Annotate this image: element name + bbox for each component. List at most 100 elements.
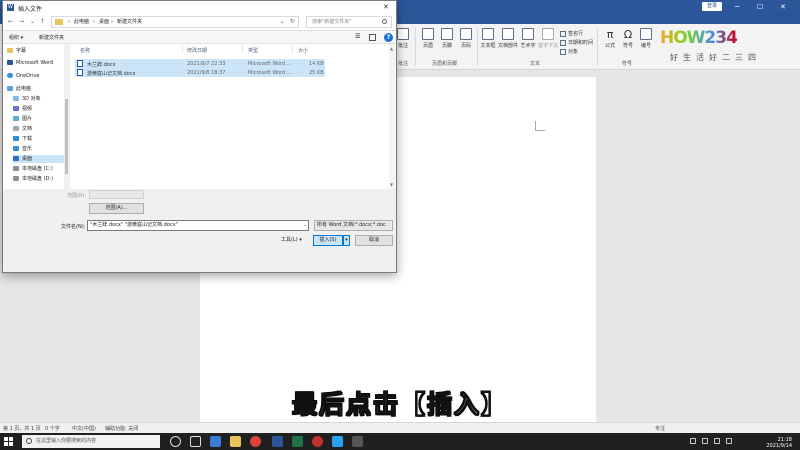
scrollbar-thumb[interactable]	[65, 99, 68, 174]
group-label-header-footer: 页眉和页脚	[432, 61, 458, 67]
address-bar[interactable]: › 此电脑 › 桌面 › 新建文件夹 ⌄ ↻	[51, 16, 299, 28]
group-label-symbol: 符号	[622, 61, 633, 67]
preview-pane-icon[interactable]	[369, 34, 376, 41]
page-number-button[interactable]: 页码	[456, 28, 476, 49]
file-list-scrollbar[interactable]: ▲ ▼	[389, 44, 396, 189]
dialog-close-icon[interactable]: ✕	[383, 3, 389, 11]
folder-search-input[interactable]: 搜索"新建文件夹"	[306, 16, 392, 28]
focus-mode[interactable]: 专注	[655, 425, 665, 432]
object-button[interactable]: 对象	[560, 48, 578, 55]
range-input	[89, 190, 144, 199]
command-bar: 组织 ▾ 新建文件夹 ☰ ?	[3, 31, 396, 44]
file-row[interactable]: 木兰辞.docx 2021/9/7 22:33 Microsoft Word .…	[75, 59, 325, 68]
forward-arrow-icon[interactable]: →	[19, 18, 24, 25]
scroll-up-icon[interactable]: ▲	[390, 46, 393, 51]
column-divider	[182, 45, 183, 53]
edge-icon[interactable]	[210, 436, 221, 447]
organize-button[interactable]: 组织 ▾	[9, 34, 23, 41]
equation-button[interactable]: π 公式	[600, 28, 620, 49]
range-button[interactable]: 范围(A)...	[89, 203, 144, 214]
symbol-button[interactable]: Ω 符号	[618, 28, 638, 49]
word-icon	[7, 60, 13, 65]
refresh-icon[interactable]: ↻	[290, 17, 295, 27]
nav-pane-scrollbar[interactable]	[64, 44, 69, 189]
help-icon[interactable]: ?	[384, 33, 393, 42]
minimize-icon[interactable]: ─	[735, 1, 739, 13]
close-icon[interactable]: ✕	[780, 1, 786, 13]
file-type-select[interactable]: 所有 Word 文档(*.docx;*.doc	[314, 220, 393, 231]
video-icon	[13, 106, 19, 111]
logo-subtitle: 好生活好二三四	[670, 53, 761, 62]
video-subtitle: 最后点击【插入】	[291, 390, 508, 420]
view-options-icon[interactable]: ☰	[355, 33, 362, 40]
wordart-button[interactable]: 艺术字	[518, 28, 538, 49]
tools-button[interactable]: 工具(L) ▾	[281, 236, 302, 245]
dropcap-button[interactable]: 首字下沉	[538, 28, 558, 49]
network-icon[interactable]	[702, 438, 708, 444]
dropdown-chevron-icon[interactable]: ⌄	[280, 17, 285, 27]
word-taskbar-icon[interactable]	[272, 436, 283, 447]
word-icon: W	[7, 4, 14, 11]
scroll-down-icon[interactable]: ▼	[390, 182, 393, 187]
recent-chevron-icon[interactable]: ⌄	[30, 18, 35, 25]
new-folder-button[interactable]: 新建文件夹	[39, 34, 64, 41]
login-button[interactable]: 登录	[702, 2, 722, 11]
back-arrow-icon[interactable]: ←	[8, 18, 13, 25]
accessibility-status[interactable]: 辅助功能: 关闭	[105, 425, 138, 432]
recorder-icon[interactable]	[312, 436, 323, 447]
page-count[interactable]: 第 1 页，共 1 页	[3, 425, 41, 432]
pi-icon: π	[606, 28, 614, 41]
breadcrumb-sep: ›	[111, 19, 113, 25]
column-header-name[interactable]: 名称	[80, 47, 90, 54]
filename-input[interactable]: "木兰辞.docx" "游黄庭山记文档.docx"	[87, 220, 309, 231]
nav-item-desktop[interactable]: 桌面	[13, 155, 64, 163]
word-count[interactable]: 0 个字	[45, 425, 60, 432]
task-view-icon[interactable]	[190, 436, 201, 447]
signature-line-button[interactable]: 签名行	[560, 30, 583, 37]
page-number-icon	[460, 28, 472, 40]
language[interactable]: 中文(中国)	[72, 425, 96, 432]
column-header-size[interactable]: 大小	[298, 47, 308, 54]
nav-item-this-pc[interactable]: 此电脑	[7, 85, 67, 93]
breadcrumb-desktop[interactable]: 桌面	[99, 17, 109, 27]
footer-button[interactable]: 页脚	[437, 28, 457, 49]
ime-icon[interactable]	[726, 438, 732, 444]
doc-parts-button[interactable]: 文档部件	[498, 28, 518, 49]
insert-button[interactable]: 插入(S)	[313, 235, 343, 246]
margin-corner-mark	[535, 121, 545, 131]
chrome-icon[interactable]	[250, 436, 261, 447]
volume-icon[interactable]	[714, 438, 720, 444]
maximize-icon[interactable]: ☐	[757, 1, 763, 13]
insert-dropdown-icon[interactable]: ▾	[343, 235, 350, 246]
nav-item-onedrive[interactable]: OneDrive	[7, 72, 67, 80]
header-button[interactable]: 页眉	[418, 28, 438, 49]
calendar-icon	[560, 39, 566, 46]
cortana-icon[interactable]	[170, 436, 181, 447]
app-icon[interactable]	[352, 436, 363, 447]
textbox-button[interactable]: 文本框	[478, 28, 498, 49]
column-header-modified[interactable]: 修改日期	[187, 47, 207, 54]
date-time-button[interactable]: 日期和时间	[560, 39, 593, 46]
filename-dropdown-icon[interactable]: ⌄	[303, 222, 307, 228]
cancel-button[interactable]: 取消	[355, 235, 393, 246]
file-explorer-icon[interactable]	[230, 436, 241, 447]
column-header-type[interactable]: 类型	[248, 47, 258, 54]
taskbar-clock[interactable]: 21:18 2021/9/14	[752, 437, 792, 449]
tray-chevron-icon[interactable]	[690, 438, 696, 444]
media-icon[interactable]	[332, 436, 343, 447]
search-icon	[382, 19, 387, 24]
file-row[interactable]: 游黄庭山记文档.docx 2021/9/8 18:37 Microsoft Wo…	[75, 68, 325, 77]
dialog-title-bar: W 插入文件 ✕	[3, 1, 396, 14]
ribbon-separator	[597, 28, 598, 66]
up-arrow-icon[interactable]: ↑	[40, 18, 45, 25]
windows-start-icon[interactable]	[4, 437, 13, 446]
breadcrumb-new-folder[interactable]: 新建文件夹	[117, 17, 142, 27]
breadcrumb-this-pc[interactable]: 此电脑	[74, 17, 89, 27]
nav-item-microsoft-word[interactable]: Microsoft Word	[7, 59, 67, 67]
desktop-icon	[13, 156, 19, 161]
number-button[interactable]: 编号	[636, 28, 656, 49]
excel-icon[interactable]	[292, 436, 303, 447]
taskbar-search[interactable]: 在这里输入你要搜索的内容	[22, 435, 160, 448]
nav-item-subtitles[interactable]: 字幕	[7, 47, 67, 55]
taskbar: 在这里输入你要搜索的内容 21:18 2021/9/14	[0, 433, 800, 450]
